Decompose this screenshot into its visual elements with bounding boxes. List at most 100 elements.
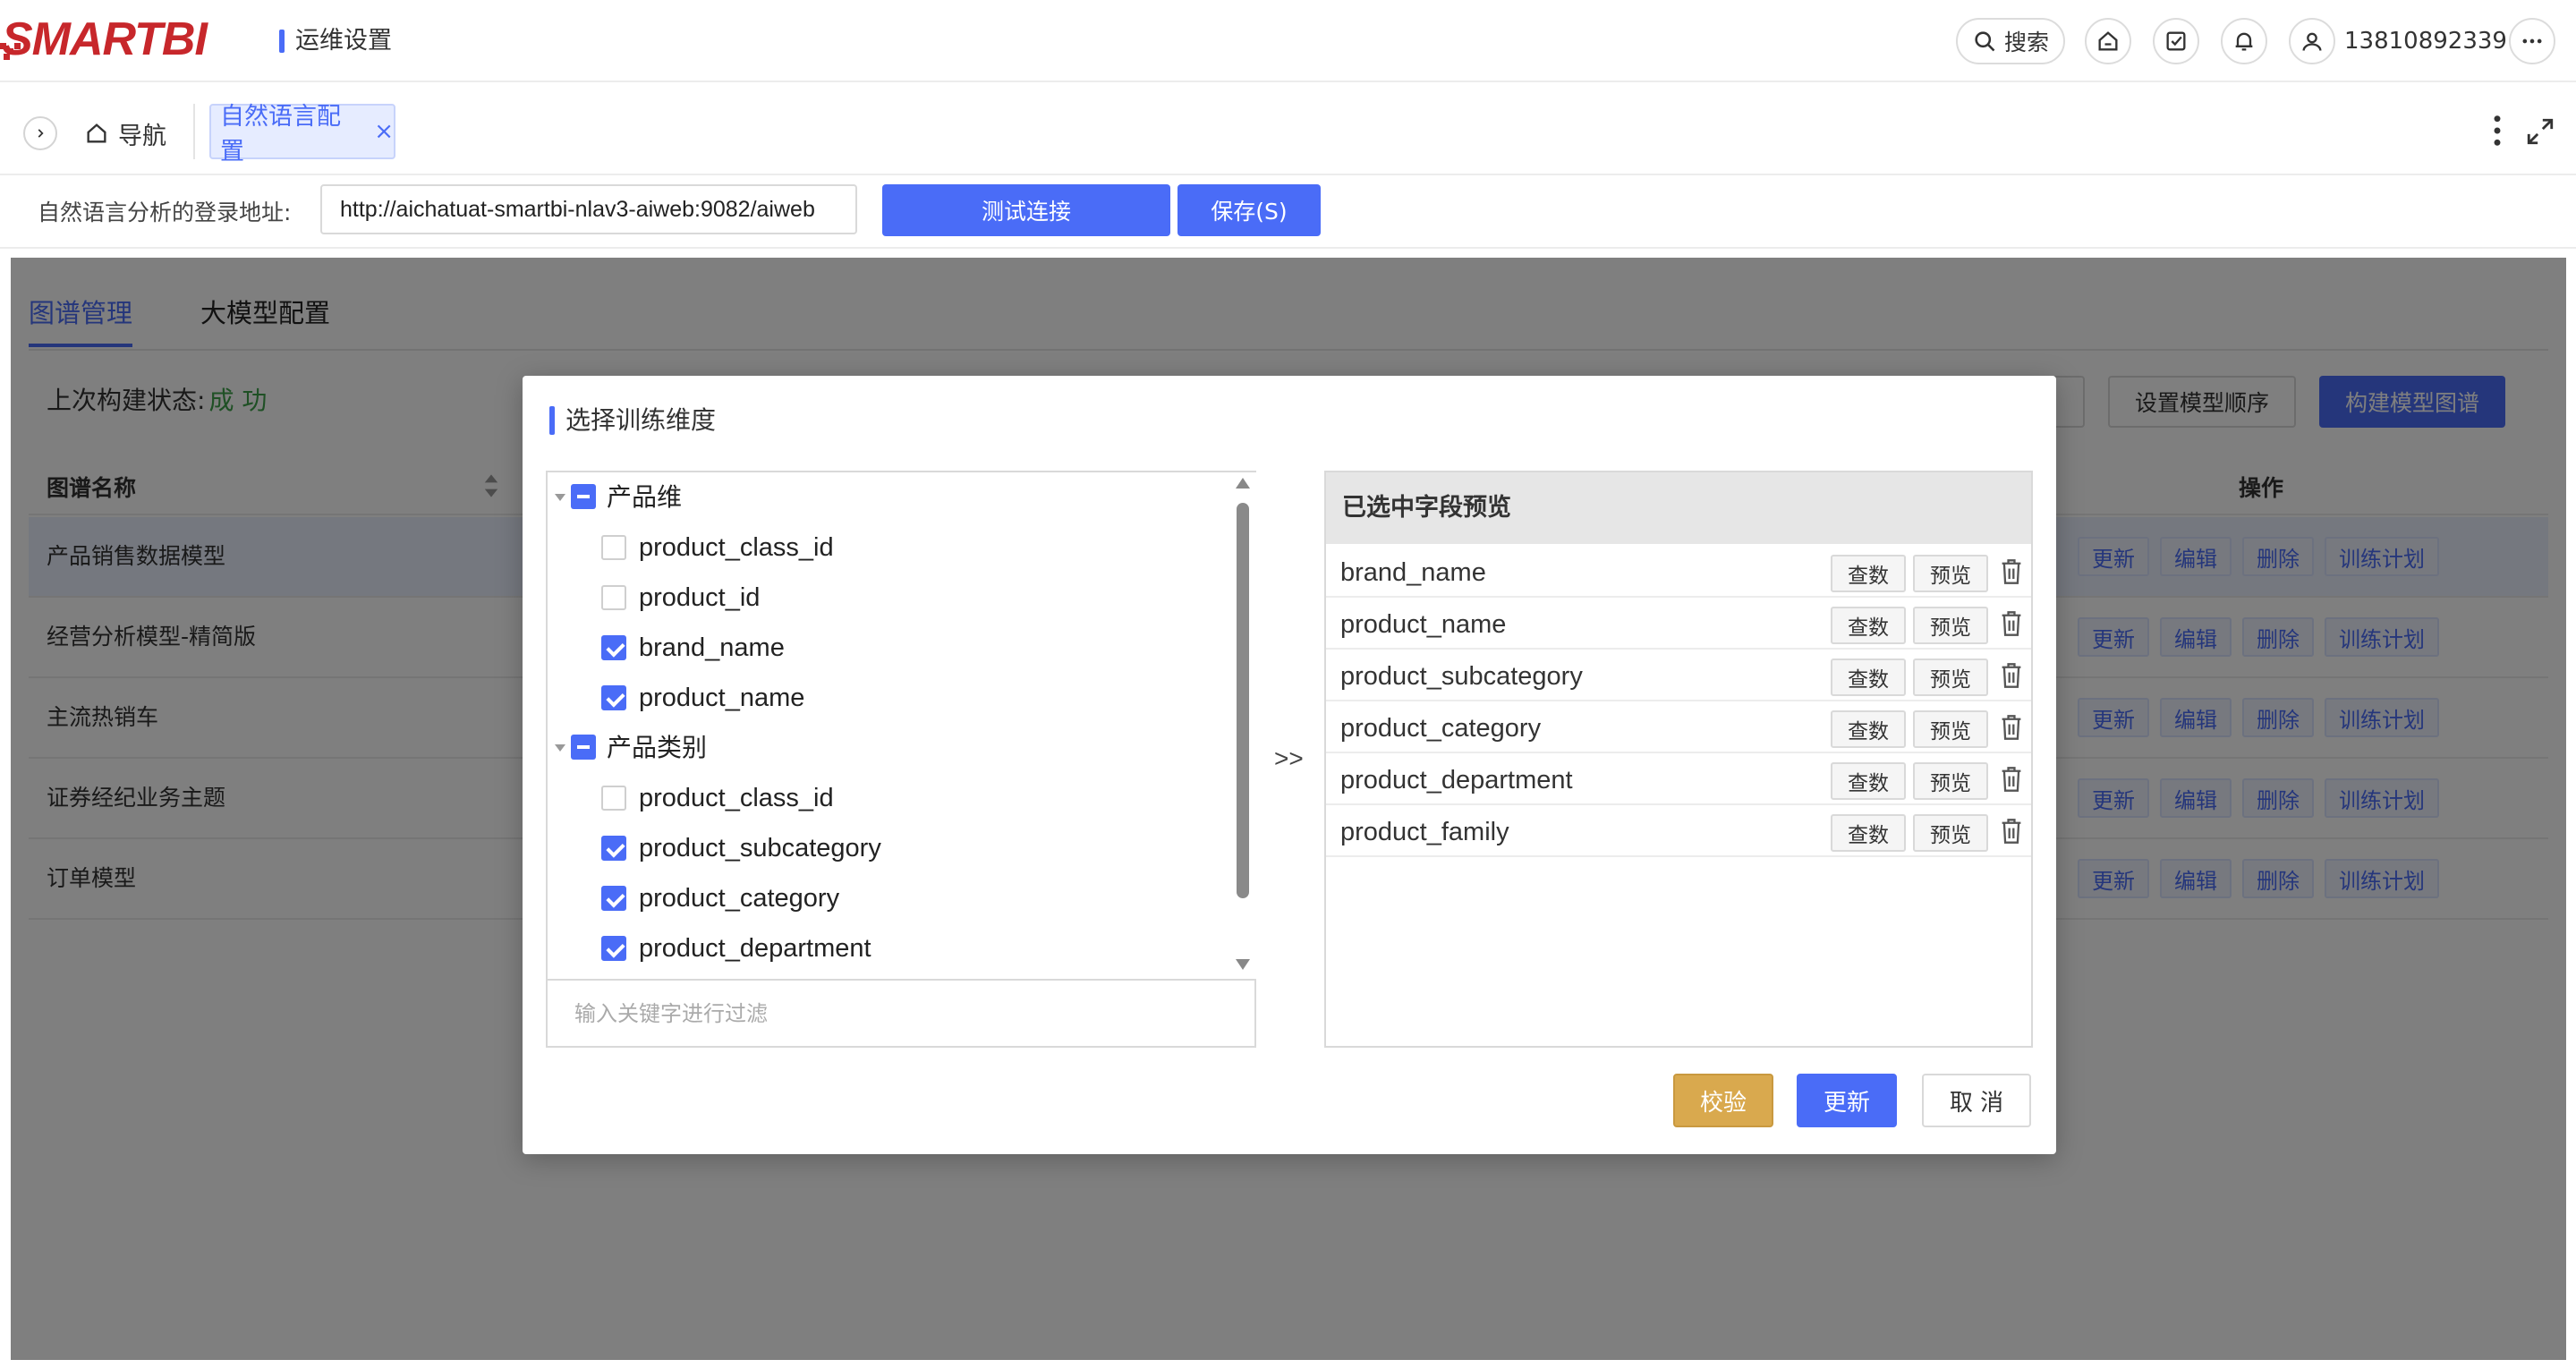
chevron-right-icon: [38, 129, 44, 138]
tab-navigation[interactable]: 导航: [84, 111, 166, 156]
login-address-input[interactable]: http://aichatuat-smartbi-nlav3-aiweb:908…: [320, 184, 857, 234]
scroll-up-arrow-icon[interactable]: [1236, 478, 1250, 489]
tree-item-label: product_name: [639, 684, 805, 712]
trash-icon[interactable]: [1999, 610, 2024, 637]
tree-item[interactable]: product_department: [548, 923, 1228, 973]
selected-field-row: product_department 查数 预览: [1326, 753, 2031, 805]
tree-group-product-category[interactable]: 产品类别: [548, 723, 1228, 773]
tree-item[interactable]: product_class_id: [548, 773, 1228, 823]
tab-nl-config-label: 自然语言配置: [220, 103, 341, 166]
preview-button[interactable]: 预览: [1913, 710, 1988, 748]
caret-down-icon[interactable]: [553, 492, 567, 503]
user-name[interactable]: 13810892339: [2344, 23, 2507, 59]
search-icon: [1975, 31, 1995, 52]
query-data-button[interactable]: 查数: [1831, 607, 1906, 644]
group-checkbox-indeterminate[interactable]: [571, 735, 596, 760]
sidebar-expand-button[interactable]: [23, 116, 57, 150]
trash-icon[interactable]: [1999, 662, 2024, 689]
selected-field-name: product_name: [1340, 610, 1507, 639]
tree-group-label: 产品类别: [607, 733, 708, 762]
tab-navigation-label: 导航: [118, 122, 166, 150]
home-button[interactable]: [2085, 18, 2131, 64]
dimension-tree: 产品维 product_class_id product_id brand_na…: [548, 472, 1228, 979]
tree-item-label: product_id: [639, 583, 761, 612]
notification-button[interactable]: [2221, 18, 2267, 64]
field-checkbox[interactable]: [601, 635, 626, 660]
selected-field-name: product_category: [1340, 714, 1542, 743]
trash-icon[interactable]: [1999, 818, 2024, 845]
verify-button[interactable]: 校验: [1673, 1074, 1773, 1127]
test-connection-button[interactable]: 测试连接: [882, 184, 1170, 236]
field-checkbox[interactable]: [601, 836, 626, 861]
user-avatar-button[interactable]: [2289, 18, 2335, 64]
search-button[interactable]: 搜索: [1956, 18, 2065, 64]
selected-fields-header: 已选中字段预览: [1326, 472, 2031, 544]
login-address-label: 自然语言分析的登录地址:: [38, 200, 292, 225]
selected-field-name: brand_name: [1340, 558, 1486, 587]
tree-item[interactable]: product_subcategory: [548, 823, 1228, 873]
query-data-button[interactable]: 查数: [1831, 710, 1906, 748]
update-button[interactable]: 更新: [1797, 1074, 1897, 1127]
trash-icon[interactable]: [1999, 766, 2024, 793]
preview-button[interactable]: 预览: [1913, 762, 1988, 800]
tree-item-label: product_department: [639, 934, 871, 963]
tree-item[interactable]: product_name: [548, 673, 1228, 723]
more-icon: [2522, 38, 2542, 44]
query-data-button[interactable]: 查数: [1831, 659, 1906, 696]
dimension-tree-panel: 产品维 product_class_id product_id brand_na…: [546, 471, 1256, 1048]
field-checkbox[interactable]: [601, 886, 626, 911]
tree-item[interactable]: brand_name: [548, 623, 1228, 673]
selected-field-row: product_subcategory 查数 预览: [1326, 650, 2031, 701]
scrollbar-thumb[interactable]: [1237, 503, 1249, 898]
tree-item[interactable]: product_class_id: [548, 523, 1228, 573]
field-checkbox[interactable]: [601, 535, 626, 560]
trash-icon[interactable]: [1999, 714, 2024, 741]
selected-field-row: product_name 查数 预览: [1326, 598, 2031, 650]
preview-button[interactable]: 预览: [1913, 659, 1988, 696]
task-check-icon: [2166, 31, 2186, 51]
task-button[interactable]: [2153, 18, 2199, 64]
tab-bar: 导航 自然语言配置 ×: [0, 84, 2576, 175]
tree-item-label: product_class_id: [639, 533, 834, 562]
home-icon: [2098, 31, 2118, 51]
selected-fields-panel: 已选中字段预览 brand_name 查数 预览 product_name 查数…: [1324, 471, 2033, 1048]
selected-field-row: brand_name 查数 预览: [1326, 546, 2031, 598]
tree-group-label: 产品维: [607, 482, 683, 512]
field-checkbox[interactable]: [601, 936, 626, 961]
query-data-button[interactable]: 查数: [1831, 555, 1906, 592]
selected-field-name: product_subcategory: [1340, 662, 1583, 691]
query-data-button[interactable]: 查数: [1831, 762, 1906, 800]
tree-scrollbar[interactable]: [1228, 472, 1256, 979]
cancel-button[interactable]: 取 消: [1922, 1074, 2031, 1127]
group-checkbox-indeterminate[interactable]: [571, 484, 596, 509]
field-checkbox[interactable]: [601, 585, 626, 610]
field-checkbox[interactable]: [601, 685, 626, 710]
user-icon: [2302, 32, 2322, 51]
bell-icon: [2235, 32, 2253, 51]
scroll-down-arrow-icon[interactable]: [1236, 959, 1250, 970]
tab-divider: [193, 104, 195, 159]
login-address-row: 自然语言分析的登录地址: http://aichatuat-smartbi-nl…: [0, 177, 2576, 249]
tree-group-product-dim[interactable]: 产品维: [548, 472, 1228, 523]
caret-down-icon[interactable]: [553, 743, 567, 753]
tree-item-label: product_subcategory: [639, 834, 881, 862]
save-button[interactable]: 保存(S): [1177, 184, 1321, 236]
app-root: SMARTBI 运维设置 搜索 13810892339 导航 自然语言配置 × …: [0, 0, 2576, 1368]
search-button-label: 搜索: [2003, 30, 2049, 55]
fullscreen-icon[interactable]: [2525, 116, 2555, 147]
logo-pixel-mark: [0, 43, 36, 61]
query-data-button[interactable]: 查数: [1831, 814, 1906, 852]
tab-nl-config[interactable]: 自然语言配置 ×: [209, 103, 395, 166]
vertical-more-icon[interactable]: [2484, 113, 2511, 149]
tree-item[interactable]: product_id: [548, 573, 1228, 623]
tree-item[interactable]: product_category: [548, 873, 1228, 923]
preview-button[interactable]: 预览: [1913, 555, 1988, 592]
close-icon[interactable]: ×: [374, 118, 394, 145]
preview-button[interactable]: 预览: [1913, 607, 1988, 644]
more-menu-button[interactable]: [2509, 18, 2555, 64]
field-checkbox[interactable]: [601, 786, 626, 811]
trash-icon[interactable]: [1999, 558, 2024, 585]
keyword-filter-input[interactable]: [548, 979, 1254, 1046]
home-icon: [87, 123, 106, 143]
preview-button[interactable]: 预览: [1913, 814, 1988, 852]
